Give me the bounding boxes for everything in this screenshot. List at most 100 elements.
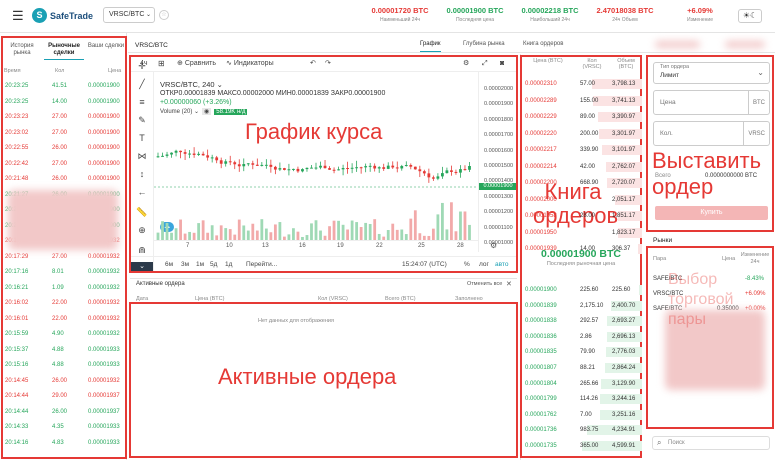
range-1m[interactable]: 1м: [196, 260, 204, 270]
order-type-select[interactable]: Тип ордера Лимит ⌄: [653, 62, 770, 84]
candle-type-icon[interactable]: ⊞: [158, 59, 165, 69]
ask-row[interactable]: 0.00002000 2,051.17: [520, 192, 642, 208]
ask-row[interactable]: 0.00001950 1,823.17: [520, 225, 642, 241]
ask-row[interactable]: 0.00002200 668.90 2,720.07: [520, 175, 642, 191]
chart-toolbar: 4ч ⊞ ⊕ Сравнить ∿ Индикаторы ↶ ↷ ⚙ ⤢ ◙: [130, 56, 517, 72]
market-search-input[interactable]: ⌕ Поиск: [652, 436, 770, 450]
logo[interactable]: S SafeTrade: [32, 8, 93, 23]
measure-icon[interactable]: ↕: [136, 168, 148, 180]
price-axis[interactable]: 0.00002000 0.00001900 0.00001800 0.00001700…: [478, 72, 517, 252]
bid-row[interactable]: 0.00001835 79.90 2,776.03: [520, 344, 642, 360]
bid-row[interactable]: 0.00001762 7.00 3,251.16: [520, 407, 642, 423]
candle-body: [400, 166, 404, 169]
crosshair-icon[interactable]: ✛: [136, 60, 148, 72]
undo-icon[interactable]: ↶: [310, 59, 316, 69]
book-qty: 365.00: [580, 443, 599, 449]
ruler-icon[interactable]: 📏: [136, 206, 148, 218]
book-col-qty: Кол (VRSC): [582, 58, 602, 70]
bid-row[interactable]: 0.00001836 2.86 2,696.13: [520, 329, 642, 345]
bid-row[interactable]: 0.00001839 2,175.10 2,400.70: [520, 298, 642, 314]
buy-button[interactable]: Купить: [655, 206, 768, 220]
zoom-icon[interactable]: ⊕: [136, 224, 148, 236]
pair-selector[interactable]: VRSC/BTC ⌄: [103, 7, 155, 23]
book-price: 0.00001950: [525, 229, 557, 236]
arrow-left-icon[interactable]: ←: [136, 186, 148, 198]
bid-row[interactable]: 0.00001799 114.26 3,244.16: [520, 391, 642, 407]
ask-row[interactable]: 0.00002289 155.00 3,741.13: [520, 93, 642, 109]
ask-row[interactable]: 0.00001958 28.00 1,851.17: [520, 208, 642, 224]
percent-toggle[interactable]: %: [464, 260, 470, 270]
pattern-icon[interactable]: ⋈: [136, 150, 148, 162]
volume-bar: [319, 230, 322, 240]
ask-row[interactable]: 0.00002214 42.00 2,762.07: [520, 159, 642, 175]
stat-value: 0.00001720 BTC: [371, 6, 429, 15]
stat-label: Изменение: [687, 17, 713, 23]
book-price: 0.00001835: [525, 349, 557, 356]
trade-price: 0.00001900: [88, 129, 120, 136]
stat-label: 24ч Объем: [612, 17, 638, 23]
volume-value: 58.19K н/д: [214, 108, 248, 115]
trade-qty: 8.01: [52, 269, 64, 275]
bid-row[interactable]: 0.00001736 983.75 4,234.91: [520, 422, 642, 438]
auto-toggle[interactable]: авто: [495, 260, 508, 270]
trade-price: 0.00001900: [88, 176, 120, 182]
range-6m[interactable]: 6м: [165, 260, 173, 270]
camera-icon[interactable]: ◙: [500, 59, 504, 69]
trade-price: 0.00001932: [88, 253, 120, 260]
indicators-button[interactable]: ∿ Индикаторы: [226, 59, 274, 69]
bid-row[interactable]: 0.00001838 292.57 2,693.27: [520, 313, 642, 329]
brush-icon[interactable]: ✎: [136, 114, 148, 126]
candle-body: [233, 162, 237, 165]
candle-body: [359, 167, 363, 169]
axis-settings-icon[interactable]: ⚙: [490, 241, 497, 250]
compare-button[interactable]: ⊕ Сравнить: [177, 59, 216, 69]
candle-body: [206, 155, 210, 158]
volume-bar: [445, 229, 449, 240]
close-icon[interactable]: ✕: [506, 280, 512, 288]
trend-line-icon[interactable]: ╱: [136, 78, 148, 90]
price-field[interactable]: Цена BTC: [653, 90, 770, 115]
ask-row[interactable]: 0.00002220 200.00 3,301.97: [520, 126, 642, 142]
range-3m[interactable]: 3м: [181, 260, 189, 270]
range-5d[interactable]: 5д: [210, 260, 217, 270]
magnet-icon[interactable]: ⋒: [136, 244, 148, 256]
volume-bar: [459, 211, 462, 240]
fib-icon[interactable]: ≡: [136, 96, 148, 108]
visibility-icon[interactable]: ◉: [202, 108, 212, 115]
log-toggle[interactable]: лог: [479, 260, 489, 270]
ask-row[interactable]: 0.00002217 339.90 3,101.97: [520, 142, 642, 158]
tab-my-trades[interactable]: Ваши сделки: [86, 43, 126, 50]
ask-row[interactable]: 0.00002229 89.00 3,390.97: [520, 109, 642, 125]
ask-row[interactable]: 0.00001939 14.00 306.37: [520, 241, 642, 257]
cancel-all-button[interactable]: Отменить все: [467, 281, 502, 287]
theme-toggle-icon[interactable]: ☀☾: [738, 9, 762, 23]
candle-body: [395, 167, 399, 169]
range-1d[interactable]: 1д: [225, 260, 232, 270]
bid-row[interactable]: 0.00001735 365.00 4,599.91: [520, 438, 642, 454]
favorite-star-icon[interactable]: ☆: [159, 10, 169, 20]
tab-market-depth[interactable]: Глубина рынка: [463, 38, 505, 52]
trade-row: 20:15:16 4.88 0.00001933: [0, 361, 127, 369]
redo-icon[interactable]: ↷: [325, 59, 331, 69]
stat-4: +6.09% Изменение: [667, 6, 733, 25]
bid-row[interactable]: 0.00001807 88.21 2,864.24: [520, 360, 642, 376]
trade-row: 20:17:16 8.01 0.00001932: [0, 268, 127, 276]
settings-gear-icon[interactable]: ⚙: [463, 59, 469, 69]
tab-order-book[interactable]: Книга ордеров: [523, 38, 563, 52]
trade-price: 0.00001933: [88, 439, 120, 446]
go-to-date[interactable]: Перейти...: [246, 260, 277, 270]
bid-row[interactable]: 0.00001900 225.60 225.60: [520, 282, 642, 298]
ask-row[interactable]: 0.00002310 57.00 3,798.13: [520, 76, 642, 92]
fullscreen-icon[interactable]: ⤢: [482, 59, 488, 69]
bid-row[interactable]: 0.00001804 265.66 3,129.90: [520, 376, 642, 392]
qty-field[interactable]: Кол. VRSC: [653, 121, 770, 146]
tab-market-trades[interactable]: Рыночные сделки: [44, 43, 84, 60]
time-axis[interactable]: 7 10 13 16 19 22 25 28: [154, 240, 478, 252]
text-tool-icon[interactable]: T: [136, 132, 148, 144]
tab-market-history[interactable]: История рынка: [2, 43, 42, 57]
depth-bar: [639, 285, 642, 295]
tab-chart[interactable]: График: [420, 38, 441, 52]
menu-icon[interactable]: ☰: [12, 9, 24, 22]
y-tick: 0.00001100: [484, 224, 513, 231]
book-volume: 1,851.17: [612, 213, 636, 219]
